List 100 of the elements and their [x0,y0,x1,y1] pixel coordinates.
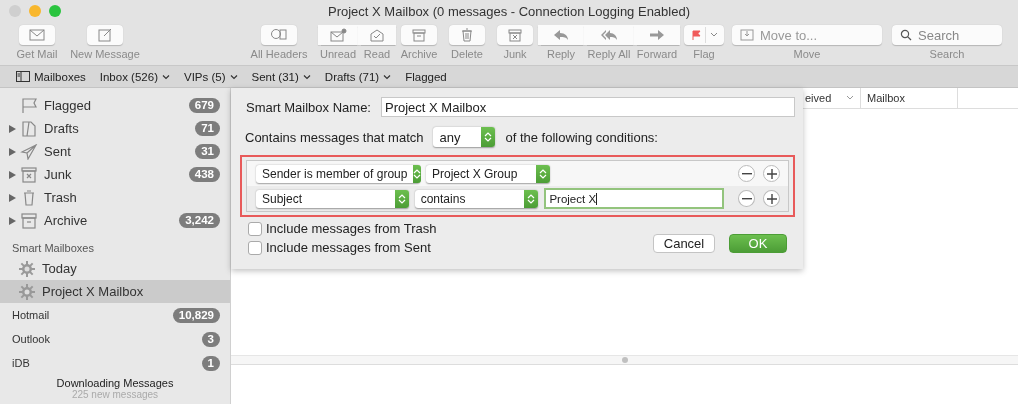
smart-mailbox-item[interactable]: Today [0,257,230,280]
window-title: Project X Mailbox (0 messages - Connection Logging Enabled) [326,3,691,19]
column-header[interactable]: Mailbox [861,88,958,108]
disclosure-triangle-icon[interactable] [9,216,16,225]
disclosure-triangle-icon[interactable] [9,147,16,156]
unread-count: 10,829 [172,307,220,323]
field-popup[interactable]: Sender is member of group [256,164,420,183]
updown-arrows-icon [397,192,406,205]
toolbar-button[interactable] [318,25,358,45]
toolbar-label: Junk [503,48,527,60]
mailbox-item[interactable]: Flagged 679 [0,94,230,117]
toolbar-label: Flag [693,48,715,60]
toolbar-label: Forward [636,48,678,60]
toolbar-button[interactable] [19,25,55,45]
name-field[interactable]: Project X Mailbox [381,97,795,117]
checkbox-label: Include messages from Trash [266,221,437,236]
checkbox[interactable] [248,240,262,255]
match-label: of the following conditions: [505,129,658,145]
mailboxes-button[interactable]: Mailboxes [16,70,86,83]
archive-icon [20,212,38,229]
plus-icon [766,193,777,204]
toolbar-label: Reply All [587,48,631,60]
unread-count: 1 [201,355,220,371]
toolbar-label: Read [363,48,391,60]
operator-popup[interactable]: contains [414,189,539,208]
favorite-button[interactable]: VIPs (5) [183,70,238,83]
caret-icon [302,73,311,80]
toolbar-label: Move [793,48,821,60]
favorite-button[interactable]: Inbox (526) [99,70,170,83]
minus-icon [741,197,752,200]
search-icon [900,29,912,41]
cancel-button[interactable]: Cancel [653,234,715,253]
favorite-button[interactable]: Sent (31) [251,70,311,83]
value-field[interactable]: Project X [544,188,725,209]
zoom-window-button[interactable] [49,5,61,17]
disclosure-triangle-icon[interactable] [9,124,16,133]
toolbar-button[interactable] [449,25,485,45]
junk-icon [20,166,38,183]
toolbar-label: Get Mail [16,48,58,60]
sort-caret-icon [846,95,854,101]
mailbox-item[interactable]: Trash [0,186,230,209]
account-item[interactable]: Hotmail 10,829 [0,303,230,327]
remove-condition-button[interactable] [738,165,755,182]
add-condition-button[interactable] [763,190,780,207]
toolbar-button[interactable] [634,25,680,45]
toolbar-label: New Message [70,48,140,60]
favorite-button[interactable]: Drafts (71) [324,70,392,83]
caret-icon [229,73,238,80]
mailbox-item[interactable]: Archive 3,242 [0,209,230,232]
archive-icon [410,28,428,42]
split-handle[interactable] [621,357,628,363]
activity-detail: 225 new messages [71,389,159,400]
operator-popup[interactable]: Project X Group [426,164,550,183]
updown-arrows-icon [484,131,493,143]
read-icon [368,28,386,42]
sidebar-icon [16,71,30,82]
updown-arrows-icon [539,167,547,180]
unread-icon [329,28,347,42]
caret-icon [383,73,392,80]
toolbar-button[interactable] [497,25,533,45]
account-item[interactable]: Outlook 3 [0,327,230,351]
gear-icon [18,282,36,301]
unread-count: 438 [188,167,220,182]
toolbar-button[interactable] [261,25,297,45]
favorite-button[interactable]: Flagged [405,70,447,83]
toolbar-label: Unread [319,48,357,60]
disclosure-triangle-icon[interactable] [9,170,16,179]
remove-condition-button[interactable] [738,190,756,207]
caret-icon [709,32,718,38]
smart-mailbox-item[interactable]: Project X Mailbox [0,280,230,303]
field-popup[interactable]: Subject [256,189,409,208]
add-condition-button[interactable] [763,165,780,182]
updown-arrows-icon [413,167,422,180]
reply-icon [552,28,570,42]
checkbox[interactable] [248,221,262,236]
field-label: Smart Mailbox Name: [246,99,371,115]
unread-count: 679 [188,98,220,113]
flag-icon [20,97,38,114]
mailbox-item[interactable]: Drafts 71 [0,117,230,140]
toolbar-label: Archive [400,48,438,60]
toolbar-button[interactable] [87,25,123,45]
toolbar-button[interactable] [584,25,634,45]
drafts-icon [20,120,38,137]
match-popup[interactable]: any [433,127,496,147]
toolbar-button[interactable] [358,25,396,45]
flag-button[interactable] [684,25,724,45]
headers-icon [270,28,288,42]
toolbar-button[interactable] [401,25,437,45]
replyall-icon [600,28,618,42]
search-field[interactable]: Search [892,25,1002,45]
mailbox-item[interactable]: Junk 438 [0,163,230,186]
toolbar-label: Delete [451,48,483,60]
flag-icon [690,29,701,41]
toolbar-label: All Headers [250,48,308,60]
minimize-window-button[interactable] [29,5,41,17]
disclosure-triangle-icon[interactable] [9,193,16,202]
account-item[interactable]: iDB 1 [0,351,230,375]
toolbar-button[interactable] [538,25,584,45]
checkbox-label: Include messages from Sent [266,240,431,255]
mailbox-item[interactable]: Sent 31 [0,140,230,163]
